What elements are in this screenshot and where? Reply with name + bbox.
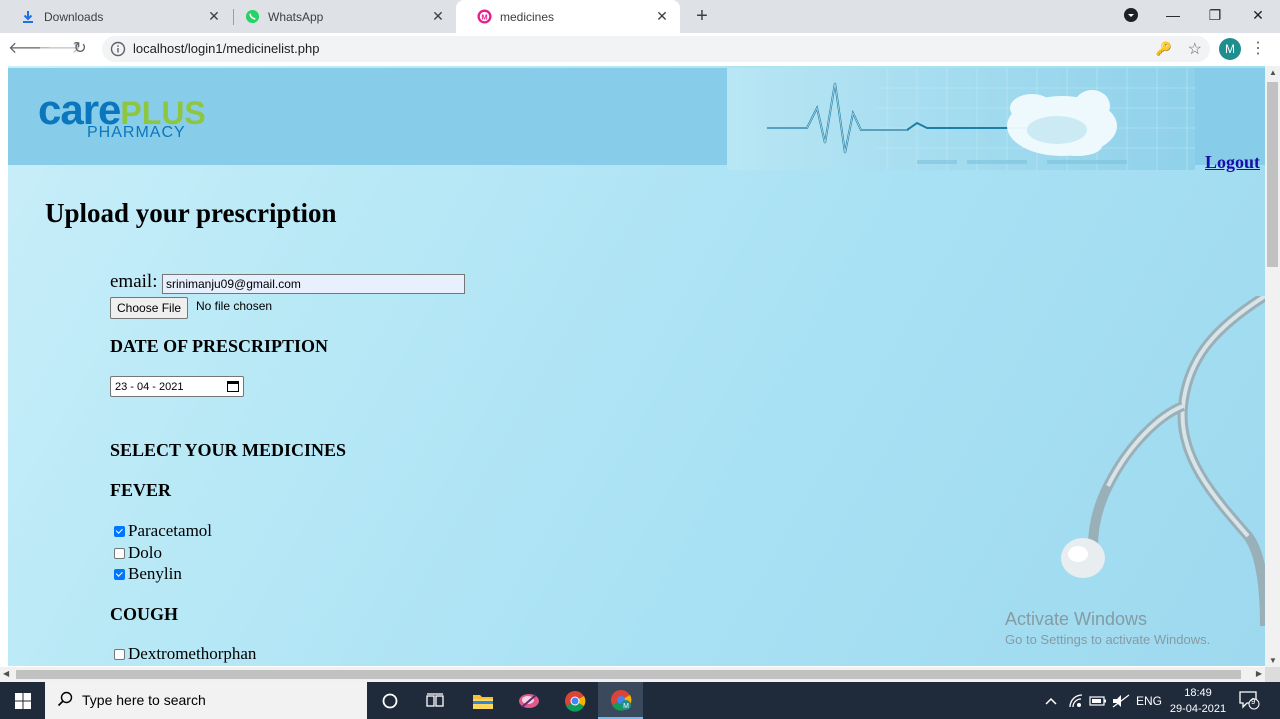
address-bar[interactable]: localhost/login1/medicinelist.php 🔑 ☆ xyxy=(102,36,1210,62)
medicine-dolo[interactable]: Dolo xyxy=(114,543,162,563)
medicine-dextromethorphan[interactable]: Dextromethorphan xyxy=(114,644,256,664)
maximize-icon[interactable]: ❐ xyxy=(1193,0,1237,30)
forward-icon[interactable]: 🡒 xyxy=(38,37,81,61)
scroll-thumb[interactable] xyxy=(16,670,1241,679)
file-status-text: No file chosen xyxy=(196,299,273,313)
language-indicator[interactable]: ENG xyxy=(1136,682,1162,719)
horizontal-scrollbar[interactable]: ◀ ▶ xyxy=(0,667,1265,682)
snipping-tool-icon[interactable] xyxy=(506,682,551,719)
svg-text:M: M xyxy=(623,703,629,710)
close-tab-icon[interactable]: ✕ xyxy=(430,8,446,24)
medicine-label: Dextromethorphan xyxy=(128,644,257,663)
notification-center-icon[interactable]: 9 xyxy=(1238,690,1260,710)
tab-whatsapp[interactable]: WhatsApp ✕ xyxy=(224,0,456,33)
volume-muted-icon[interactable] xyxy=(1112,682,1130,719)
medicine-label: Paracetamol xyxy=(128,521,213,540)
battery-icon[interactable] xyxy=(1089,682,1107,719)
medicines-favicon: M xyxy=(476,9,492,25)
checkbox[interactable] xyxy=(114,648,125,660)
reload-icon[interactable]: ↻ xyxy=(68,37,92,61)
chrome-icon[interactable] xyxy=(552,682,597,719)
date-heading: DATE OF PRESCRIPTION xyxy=(110,336,329,356)
tab-strip: Downloads ✕ WhatsApp ✕ M medicines ✕ + —… xyxy=(0,0,1280,33)
careplus-logo[interactable]: carePLUS PHARMACY xyxy=(38,86,206,141)
page-title: Upload your prescription xyxy=(45,198,337,228)
header-strip xyxy=(1195,68,1265,165)
clock[interactable]: 18:49 29-04-2021 xyxy=(1166,685,1230,717)
notification-count: 9 xyxy=(1251,697,1256,706)
activate-windows-title: Activate Windows xyxy=(1005,609,1148,629)
profile-menu-icon[interactable] xyxy=(1109,0,1153,30)
checkbox[interactable] xyxy=(114,525,125,537)
clock-date: 29-04-2021 xyxy=(1169,703,1227,715)
chrome-profile-m-icon[interactable]: M xyxy=(598,682,643,719)
scroll-left-icon[interactable]: ◀ xyxy=(3,669,9,678)
site-header: carePLUS PHARMACY xyxy=(8,68,727,165)
choose-file-button[interactable]: Choose File xyxy=(110,297,189,319)
task-view-icon[interactable] xyxy=(412,682,457,719)
show-hidden-icons-chevron-icon[interactable] xyxy=(1044,682,1058,719)
url-text: localhost/login1/medicinelist.php xyxy=(133,41,320,56)
site-info-icon[interactable] xyxy=(110,41,126,57)
whatsapp-icon xyxy=(244,9,260,25)
logo-pharmacy-text: PHARMACY xyxy=(87,124,186,141)
prescription-date-field[interactable]: 23 - 04 - 2021 xyxy=(110,376,244,397)
tab-label: Downloads xyxy=(44,9,104,24)
file-explorer-icon[interactable] xyxy=(460,682,505,719)
new-tab-button[interactable]: + xyxy=(690,4,714,28)
calendar-icon[interactable] xyxy=(227,381,239,392)
search-placeholder: Type here to search xyxy=(82,692,206,708)
download-icon xyxy=(20,9,36,25)
avatar[interactable]: M xyxy=(1219,38,1241,60)
email-label: email: xyxy=(110,271,158,292)
back-icon[interactable]: 🡐 xyxy=(8,37,51,61)
page-body: carePLUS PHARMACY Logout Upload your pre… xyxy=(8,66,1265,666)
medicine-label: Dolo xyxy=(128,543,162,562)
scroll-down-icon[interactable]: ▼ xyxy=(1269,656,1277,665)
minimize-icon[interactable]: — xyxy=(1151,0,1195,30)
activate-windows-subtitle: Go to Settings to activate Windows. xyxy=(1005,632,1211,647)
clock-time: 18:49 xyxy=(1184,687,1212,699)
logout-link[interactable]: Logout xyxy=(1205,152,1260,173)
page-viewport: carePLUS PHARMACY Logout Upload your pre… xyxy=(0,66,1280,682)
date-value: 23 - 04 - 2021 xyxy=(115,381,184,393)
network-icon[interactable] xyxy=(1068,682,1084,719)
tab-label: medicines xyxy=(500,9,555,24)
scroll-corner xyxy=(1265,667,1280,682)
category-heading-fever: FEVER xyxy=(110,480,172,500)
key-icon[interactable]: 🔑 xyxy=(1156,41,1172,57)
tab-downloads[interactable]: Downloads ✕ xyxy=(0,0,232,33)
close-window-icon[interactable]: ✕ xyxy=(1236,0,1280,30)
email-field[interactable]: srinimanju09@gmail.com xyxy=(162,274,465,294)
medicine-paracetamol[interactable]: Paracetamol xyxy=(114,521,212,541)
scroll-up-icon[interactable]: ▲ xyxy=(1269,68,1277,77)
tab-label: WhatsApp xyxy=(268,9,324,24)
close-tab-icon[interactable]: ✕ xyxy=(654,8,670,24)
tab-medicines[interactable]: M medicines ✕ xyxy=(456,0,680,33)
kebab-menu-icon[interactable]: ⋮ xyxy=(1250,38,1266,60)
category-heading-cough: COUGH xyxy=(110,604,179,624)
bookmark-star-icon[interactable]: ☆ xyxy=(1188,39,1202,59)
checkbox[interactable] xyxy=(114,568,125,580)
windows-taskbar: Type here to search M ENG 18:49 29-04-20… xyxy=(0,682,1280,719)
browser-toolbar: 🡐 🡒 ↻ localhost/login1/medicinelist.php … xyxy=(0,33,1280,66)
scroll-right-icon[interactable]: ▶ xyxy=(1256,669,1262,678)
select-medicines-heading: SELECT YOUR MEDICINES xyxy=(110,440,347,460)
vertical-scrollbar[interactable]: ▲ ▼ xyxy=(1265,66,1280,667)
checkbox[interactable] xyxy=(114,547,125,559)
scroll-thumb[interactable] xyxy=(1267,82,1278,267)
heartbeat-banner-image xyxy=(727,68,1195,170)
taskbar-search-box[interactable]: Type here to search xyxy=(45,682,367,719)
close-tab-icon[interactable]: ✕ xyxy=(206,8,222,24)
medicine-benylin[interactable]: Benylin xyxy=(114,564,182,584)
cortana-icon[interactable] xyxy=(367,682,412,719)
medicine-label: Benylin xyxy=(128,564,182,583)
search-icon xyxy=(57,691,73,712)
svg-text:M: M xyxy=(481,12,487,21)
windows-start-icon[interactable] xyxy=(0,682,45,719)
